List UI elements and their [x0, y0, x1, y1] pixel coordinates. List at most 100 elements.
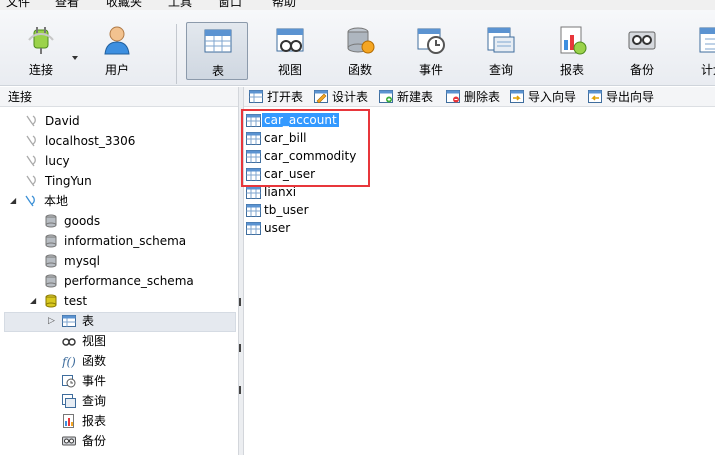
database-name: test	[64, 294, 88, 308]
table-item-car-account[interactable]: car_account	[246, 112, 339, 129]
table-item-car-bill[interactable]: car_bill	[246, 130, 307, 147]
table-item-car-user[interactable]: car_user	[246, 166, 315, 183]
connection-pane-header: 连接	[0, 87, 238, 107]
table-icon	[246, 150, 261, 163]
menu-view[interactable]: 查看	[55, 0, 79, 8]
tree-item-label: 备份	[82, 434, 107, 448]
event-button[interactable]: 事件	[400, 22, 462, 80]
table-name: car_bill	[264, 131, 307, 145]
design-table-icon	[314, 90, 328, 103]
user-label: 用户	[104, 63, 129, 77]
database-name: mysql	[64, 254, 100, 268]
table-list: car_account car_bill car_commodity car_u…	[244, 108, 715, 455]
view-button[interactable]: 视图	[259, 22, 321, 80]
new-table-button[interactable]: 新建表	[379, 89, 433, 105]
query-label: 查询	[488, 63, 513, 77]
expand-arrow-icon[interactable]: ◢	[30, 291, 36, 311]
object-toolbar: 打开表 设计表 新建表 删除表 导入向导 导出向导	[244, 87, 715, 107]
report-icon	[63, 414, 74, 428]
event-icon	[417, 28, 445, 54]
schedule-label: 计划	[700, 63, 715, 77]
menu-bar: 文件 查看 收藏夹 工具 窗口 帮助	[0, 0, 715, 10]
database-icon	[45, 214, 57, 228]
connect-label: 连接	[28, 63, 53, 77]
connect-button[interactable]: 连接	[10, 22, 72, 80]
tree-item-label: 表	[82, 314, 95, 328]
backup-label: 备份	[629, 63, 654, 77]
table-label: 表	[211, 64, 224, 78]
function-label: 函数	[347, 63, 372, 77]
toolbar-separator	[176, 24, 177, 84]
delete-table-icon	[446, 90, 460, 103]
table-item-tb-user[interactable]: tb_user	[246, 202, 309, 219]
schedule-button[interactable]: 计划	[682, 22, 715, 80]
database-name: information_schema	[64, 234, 187, 248]
backup-button[interactable]: 备份	[611, 22, 673, 80]
chevron-down-icon[interactable]	[72, 56, 78, 60]
connection-icon	[26, 135, 36, 147]
table-name: car_commodity	[264, 149, 357, 163]
menu-favorites[interactable]: 收藏夹	[106, 0, 142, 8]
report-icon	[560, 26, 587, 55]
table-name: tb_user	[264, 203, 309, 217]
function-icon: f()	[62, 355, 76, 368]
connection-icon	[25, 195, 35, 207]
tree-item-label: 事件	[82, 374, 107, 388]
expand-arrow-icon[interactable]: ◢	[10, 191, 16, 211]
open-table-icon	[249, 90, 263, 103]
report-label: 报表	[559, 63, 584, 77]
query-button[interactable]: 查询	[470, 22, 532, 80]
menu-file[interactable]: 文件	[6, 0, 30, 8]
table-name: user	[264, 221, 291, 235]
table-button[interactable]: 表	[186, 22, 248, 80]
table-icon	[246, 186, 261, 199]
tree-item-label: 视图	[82, 334, 107, 348]
user-button[interactable]: 用户	[86, 22, 148, 80]
query-icon	[62, 394, 76, 408]
open-table-button[interactable]: 打开表	[249, 89, 303, 105]
tree-item-label: 函数	[82, 354, 107, 368]
connect-icon	[28, 27, 54, 54]
table-item-lianxi[interactable]: lianxi	[246, 184, 296, 201]
delete-table-button[interactable]: 删除表	[446, 89, 500, 105]
database-name: performance_schema	[64, 274, 194, 288]
connection-icon	[26, 175, 36, 187]
table-icon	[246, 132, 261, 145]
schedule-icon	[699, 27, 715, 53]
backup-icon	[62, 436, 76, 446]
event-icon	[62, 375, 76, 388]
database-icon	[45, 254, 57, 268]
report-button[interactable]: 报表	[541, 22, 603, 80]
import-icon	[510, 90, 524, 103]
expand-arrow-icon[interactable]: ▷	[48, 311, 55, 331]
open-table-label: 打开表	[267, 90, 304, 104]
table-name: car_account	[262, 113, 339, 127]
function-icon	[347, 27, 375, 54]
table-icon	[246, 168, 261, 181]
menu-window[interactable]: 窗口	[218, 0, 242, 8]
backup-icon	[628, 31, 656, 50]
import-wizard-button[interactable]: 导入向导	[510, 89, 576, 105]
table-item-car-commodity[interactable]: car_commodity	[246, 148, 356, 165]
menu-tools[interactable]: 工具	[168, 0, 192, 8]
splitter-grip[interactable]	[239, 298, 243, 398]
design-table-label: 设计表	[332, 90, 369, 104]
function-button[interactable]: 函数	[329, 22, 391, 80]
table-icon	[246, 222, 261, 235]
database-icon	[45, 274, 57, 288]
new-table-label: 新建表	[397, 90, 434, 104]
view-icon	[62, 338, 76, 346]
database-name: goods	[64, 214, 101, 228]
view-icon	[276, 28, 304, 52]
connection-name: David	[45, 114, 80, 128]
export-wizard-button[interactable]: 导出向导	[588, 89, 654, 105]
table-icon	[62, 315, 76, 327]
menu-help[interactable]: 帮助	[272, 0, 296, 8]
table-item-user[interactable]: user	[246, 220, 290, 237]
query-icon	[487, 27, 515, 53]
design-table-button[interactable]: 设计表	[314, 89, 368, 105]
table-name: car_user	[264, 167, 316, 181]
connection-name: 本地	[44, 194, 69, 208]
table-name: lianxi	[264, 185, 297, 199]
connection-icon	[26, 115, 36, 127]
